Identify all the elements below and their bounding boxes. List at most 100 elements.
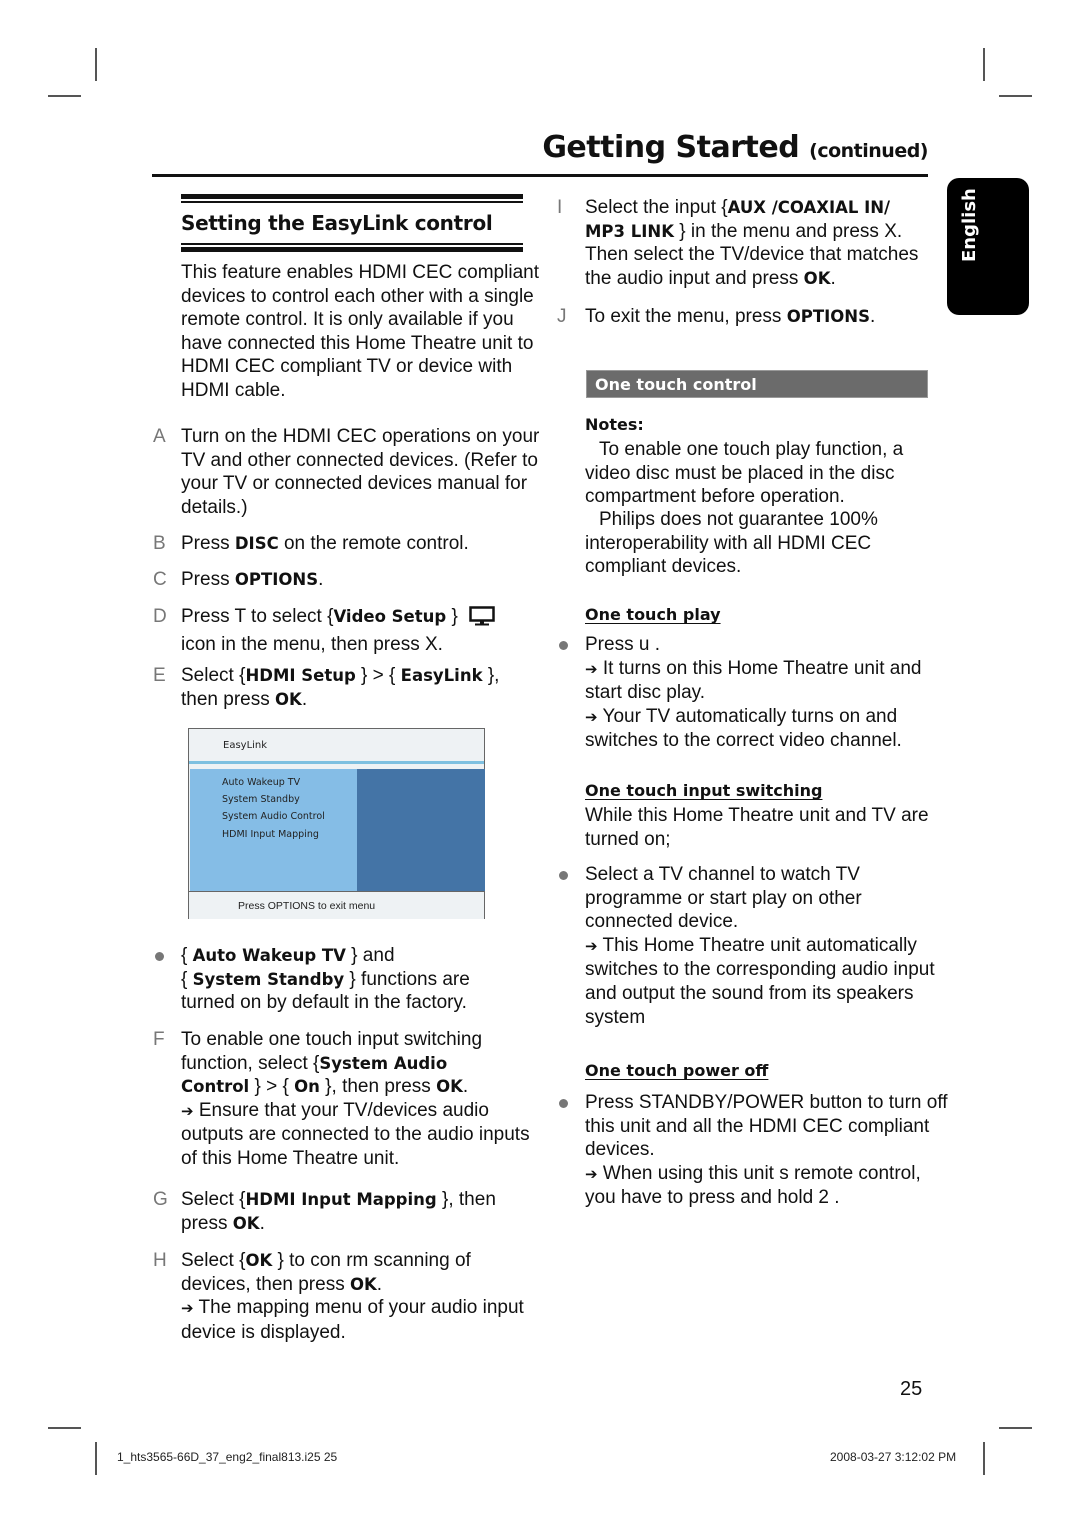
bullet-icon bbox=[559, 641, 568, 650]
arrow-icon: ➔ bbox=[585, 1164, 598, 1183]
step-f: F To enable one touch input switching fu… bbox=[153, 1028, 541, 1171]
step-text: on the remote control. bbox=[278, 533, 469, 554]
one-touch-play-heading: One touch play bbox=[585, 605, 721, 624]
step-text: Press T to select { bbox=[181, 606, 334, 627]
menu-option: HDMI Setup bbox=[245, 666, 356, 685]
step-text: . bbox=[869, 306, 876, 327]
language-tab: English bbox=[947, 178, 1029, 315]
step-text: Select the input { bbox=[585, 197, 728, 218]
step-text: }, bbox=[482, 665, 500, 686]
notes-label: Notes: bbox=[585, 415, 644, 434]
step-text: press bbox=[181, 1212, 233, 1234]
step-text: . bbox=[830, 267, 836, 289]
step-a: A Turn on the HDMI CEC operations on you… bbox=[153, 425, 541, 519]
monitor-icon bbox=[469, 606, 495, 633]
menu-option: MP3 LINK bbox=[585, 221, 674, 241]
step-text: } functions are bbox=[344, 968, 470, 990]
key-name: OK bbox=[232, 1213, 260, 1233]
menu-option: HDMI Input Mapping bbox=[245, 1190, 437, 1209]
step-text: } > { bbox=[249, 1076, 295, 1098]
step-text: then press bbox=[181, 688, 275, 710]
step-result: Your TV automatically turns on and switc… bbox=[585, 705, 902, 752]
page-title: Getting Started (continued) bbox=[542, 130, 928, 165]
step-text: { bbox=[181, 945, 193, 966]
footer-file-info: 1_hts3565-66D_37_eng2_final813.i25 25 bbox=[117, 1450, 338, 1464]
step-result: The mapping menu of your audio input dev… bbox=[181, 1297, 524, 1343]
step-g: G Select {HDMI Input Mapping }, then pre… bbox=[153, 1188, 541, 1235]
title-text: Getting Started bbox=[542, 130, 800, 165]
arrow-icon: ➔ bbox=[181, 1299, 194, 1318]
step-text: Select { bbox=[181, 1250, 246, 1271]
step-label: H bbox=[153, 1250, 167, 1271]
divider bbox=[181, 243, 523, 245]
step-e: E Select {HDMI Setup } > { EasyLink }, t… bbox=[153, 664, 541, 711]
note-item: To enable one touch play function, a vid… bbox=[585, 439, 904, 508]
crop-mark bbox=[983, 1442, 985, 1475]
menu-option: AUX /COAXIAL IN/ bbox=[727, 198, 891, 217]
note-item: Philips does not guarantee 100% interope… bbox=[585, 509, 878, 578]
key-name: OK bbox=[803, 268, 831, 288]
menu-option: Control bbox=[181, 1077, 250, 1097]
menu-option: Video Setup bbox=[333, 607, 447, 626]
menu-option: Auto Wakeup TV bbox=[192, 946, 346, 965]
menu-option: EasyLink bbox=[400, 666, 483, 685]
step-h: H Select {OK } to con rm scanning of dev… bbox=[153, 1249, 541, 1344]
step-text: Press bbox=[181, 569, 235, 590]
one-touch-input-heading: One touch input switching bbox=[585, 781, 823, 800]
step-text: } and bbox=[345, 945, 395, 966]
menu-option: On bbox=[294, 1077, 320, 1097]
step-text: turned on by default in the factory. bbox=[181, 992, 467, 1014]
arrow-icon: ➔ bbox=[585, 707, 598, 726]
step-text: . bbox=[318, 569, 324, 590]
crop-mark bbox=[95, 1442, 97, 1475]
menu-footer-text: Press OPTIONS to exit menu bbox=[238, 900, 376, 912]
step-text: Select a TV channel to watch TV programm… bbox=[585, 864, 862, 933]
step-text: }, then bbox=[436, 1189, 496, 1210]
step-text: } in the menu and press X. bbox=[674, 220, 903, 242]
step-text: Select { bbox=[181, 665, 246, 686]
crop-mark bbox=[95, 48, 97, 81]
one-touch-control-heading: One touch control bbox=[586, 370, 928, 398]
step-b: B Press DISC on the remote control. bbox=[153, 532, 541, 556]
bullet-default-functions: { Auto Wakeup TV } and { System Standby … bbox=[155, 944, 541, 1015]
menu-footer: Press OPTIONS to exit menu bbox=[189, 891, 484, 919]
step-text: { bbox=[181, 968, 193, 990]
step-text: devices, then press bbox=[181, 1273, 350, 1295]
step-label: A bbox=[153, 426, 166, 447]
step-text: the audio input and press bbox=[585, 267, 804, 289]
menu-option: System Standby bbox=[192, 969, 345, 989]
menu-separator bbox=[189, 761, 484, 764]
key-name: OK bbox=[275, 689, 302, 709]
step-text: }, then press bbox=[319, 1076, 437, 1098]
crop-mark bbox=[999, 1427, 1032, 1429]
step-result: When using this unit s remote control, y… bbox=[585, 1162, 921, 1209]
menu-item: HDMI Input Mapping bbox=[222, 829, 319, 840]
intro-paragraph: This feature enables HDMI CEC compliant … bbox=[181, 262, 539, 401]
step-text: . bbox=[301, 688, 308, 710]
step-text: } > { bbox=[355, 665, 401, 686]
title-rule bbox=[152, 174, 928, 177]
key-name: OPTIONS bbox=[786, 307, 870, 326]
bullet-icon bbox=[155, 952, 164, 961]
easylink-menu-screen: EasyLink Auto Wakeup TV System Standby S… bbox=[188, 728, 485, 919]
page-number: 25 bbox=[900, 1378, 923, 1400]
crop-mark bbox=[999, 95, 1032, 97]
step-c: C Press OPTIONS. bbox=[153, 568, 541, 592]
step-text: } bbox=[446, 606, 458, 627]
divider bbox=[181, 247, 523, 252]
step-text: Turn on the HDMI CEC operations on your … bbox=[181, 426, 540, 518]
step-label: F bbox=[153, 1029, 165, 1050]
step-text: Select { bbox=[181, 1189, 246, 1210]
step-text: function, select { bbox=[181, 1052, 320, 1074]
menu-title: EasyLink bbox=[223, 740, 268, 751]
step-label: C bbox=[153, 569, 167, 590]
one-touch-power-heading: One touch power off bbox=[585, 1061, 769, 1080]
crop-mark bbox=[983, 48, 985, 81]
step-text: icon in the menu, then press X. bbox=[181, 633, 443, 655]
step-label: E bbox=[153, 665, 166, 686]
step-result: This Home Theatre unit automatically swi… bbox=[585, 934, 935, 1028]
step-label: D bbox=[153, 606, 167, 627]
step-result: Ensure that your TV/devices audio output… bbox=[181, 1099, 530, 1169]
step-result: It turns on this Home Theatre unit and s… bbox=[585, 657, 922, 704]
menu-option: OK bbox=[245, 1251, 273, 1270]
